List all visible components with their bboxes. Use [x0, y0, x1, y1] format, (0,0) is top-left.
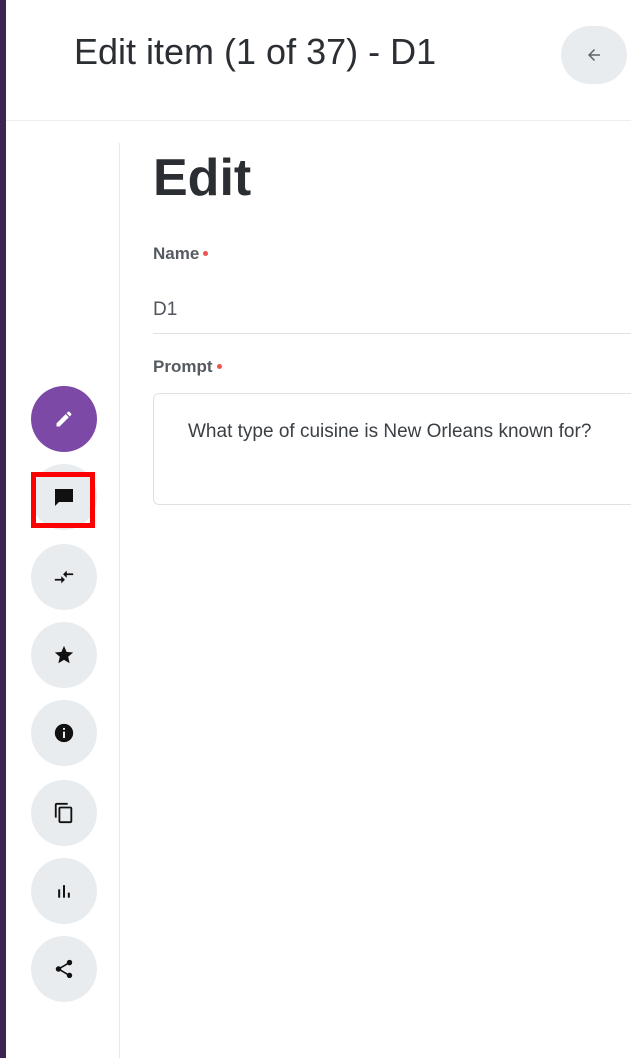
pencil-icon [56, 411, 72, 427]
rail-share-button[interactable] [31, 936, 97, 1002]
chat-bubble-icon [55, 489, 73, 506]
back-button[interactable] [561, 26, 627, 84]
compare-arrows-icon [54, 570, 74, 584]
rail-compare-button[interactable] [31, 544, 97, 610]
section-title: Edit [153, 149, 252, 207]
sidebar-divider [119, 143, 120, 1058]
name-label-text: Name [153, 244, 200, 263]
bar-chart-icon [58, 885, 70, 898]
info-icon [54, 723, 74, 743]
rail-stats-button[interactable] [31, 858, 97, 924]
required-indicator [216, 364, 222, 370]
prompt-textarea[interactable]: What type of cuisine is New Orleans know… [153, 393, 631, 505]
app-window: Edit item (1 of 37) - D1 Edit Name D1 Pr… [0, 0, 631, 1058]
rail-edit-button[interactable] [31, 386, 97, 452]
name-input[interactable] [153, 286, 631, 334]
rail-comments-button[interactable] [31, 464, 97, 530]
prompt-text: What type of cuisine is New Orleans know… [188, 421, 592, 442]
prompt-label-text: Prompt [153, 357, 213, 376]
rail-favorite-button[interactable] [31, 622, 97, 688]
prompt-label: Prompt [153, 357, 222, 377]
copy-icon [54, 802, 73, 824]
name-label: Name [153, 244, 209, 264]
rail-info-button[interactable] [31, 700, 97, 766]
page-title: Edit item (1 of 37) - D1 [74, 31, 437, 72]
arrow-left-icon [588, 49, 600, 61]
required-indicator [203, 251, 209, 257]
page-header: Edit item (1 of 37) - D1 [6, 0, 631, 121]
share-icon [55, 959, 73, 979]
rail-duplicate-button[interactable] [31, 780, 97, 846]
star-icon [54, 645, 74, 664]
